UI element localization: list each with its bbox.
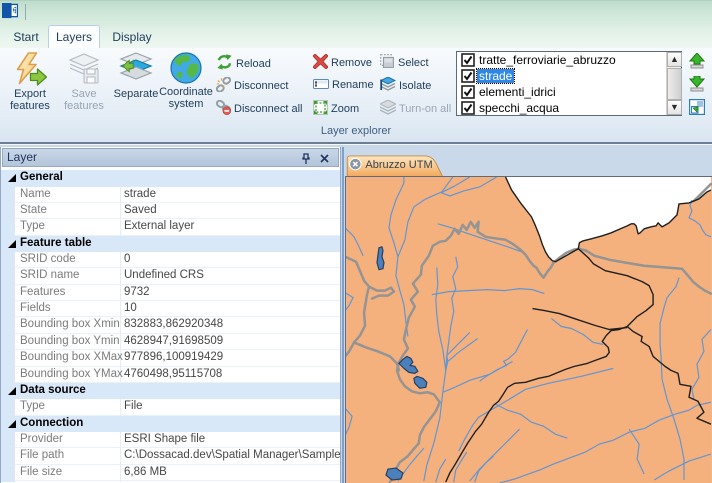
svg-text:Abruzzo UTM: Abruzzo UTM bbox=[365, 159, 432, 171]
